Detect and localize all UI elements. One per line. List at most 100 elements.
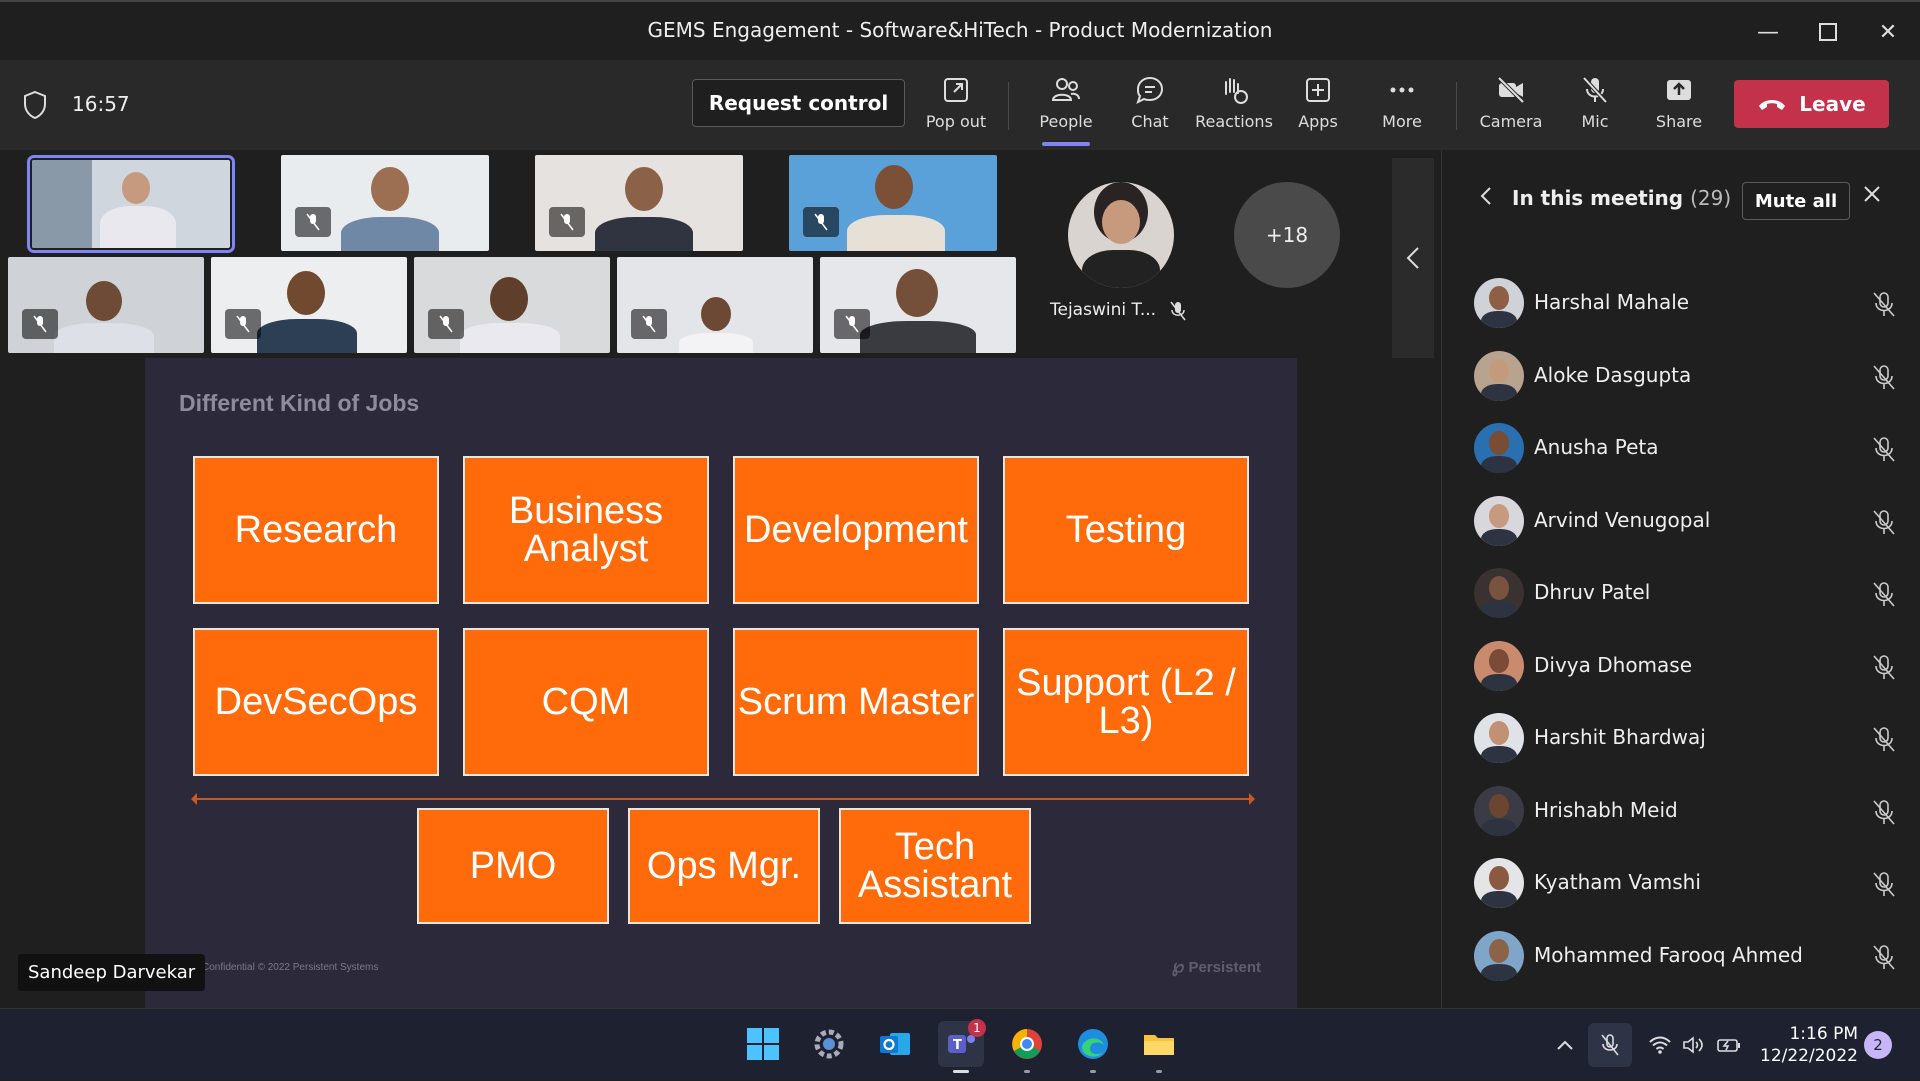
running-indicator [1090, 1070, 1096, 1073]
featured-avatar[interactable] [1068, 182, 1174, 288]
participant-head [896, 269, 938, 317]
video-tile[interactable] [820, 257, 1016, 353]
mic-off-icon[interactable] [1870, 508, 1898, 536]
participant-row[interactable]: Hrishabh Meid [1442, 776, 1920, 848]
share-button[interactable]: Share [1639, 74, 1719, 140]
mic-off-icon [845, 315, 859, 333]
maximize-icon [1819, 23, 1837, 41]
participant-head [875, 165, 913, 209]
notification-badge[interactable]: 2 [1864, 1031, 1892, 1059]
settings-app[interactable] [806, 1021, 852, 1067]
video-tile[interactable] [789, 155, 997, 251]
participant-row[interactable]: Aloke Dasgupta [1442, 341, 1920, 413]
avatar [1474, 423, 1524, 473]
back-button[interactable] [1480, 186, 1492, 212]
participant-row[interactable]: Harshal Mahale [1442, 268, 1920, 340]
svg-text:T: T [953, 1038, 962, 1053]
share-label: Share [1655, 112, 1703, 131]
mic-off-icon[interactable] [1870, 870, 1898, 898]
collapse-gallery-button[interactable] [1392, 158, 1434, 358]
chat-button[interactable]: Chat [1110, 74, 1190, 140]
clock-date: 12/22/2022 [1760, 1046, 1858, 1066]
outlook-app[interactable] [872, 1021, 918, 1067]
mic-button[interactable]: Mic [1555, 74, 1635, 140]
reactions-button[interactable]: Reactions [1194, 74, 1274, 140]
participant-row[interactable]: Mohammed Farooq Ahmed [1442, 921, 1920, 993]
participant-name: Divya Dhomase [1534, 652, 1693, 677]
file-explorer-app[interactable] [1136, 1021, 1182, 1073]
avatar-face [1489, 866, 1509, 890]
maximize-button[interactable] [1808, 12, 1848, 52]
video-tile-presenter[interactable] [27, 155, 235, 253]
mic-off-icon[interactable] [1870, 290, 1898, 318]
running-indicator [953, 1070, 969, 1073]
system-clock[interactable]: 1:16 PM 12/22/2022 [1760, 1023, 1858, 1067]
apps-label: Apps [1298, 112, 1338, 131]
speaker-icon [1683, 1036, 1703, 1054]
camera-button[interactable]: Camera [1471, 74, 1551, 140]
running-indicator [1024, 1070, 1030, 1073]
minimize-button[interactable]: — [1748, 12, 1788, 52]
participant-name: Harshal Mahale [1534, 290, 1690, 314]
chrome-app[interactable] [1004, 1021, 1050, 1073]
avatar-face [1489, 721, 1509, 745]
pop-out-button[interactable]: Pop out [916, 74, 996, 140]
apps-button[interactable]: Apps [1278, 74, 1358, 140]
participant-row[interactable]: Dhruv Patel [1442, 558, 1920, 630]
phone-hangup-icon [1759, 100, 1786, 110]
wifi-status[interactable] [1648, 1009, 1672, 1081]
video-tile[interactable] [535, 155, 743, 251]
avatar-shoulders [1481, 311, 1517, 328]
participant-name: Kyatham Vamshi [1534, 870, 1701, 894]
avatar-face [1489, 431, 1509, 455]
more-button[interactable]: More [1362, 74, 1442, 140]
mic-off-icon[interactable] [1870, 725, 1898, 753]
video-tile[interactable] [414, 257, 610, 353]
shield-icon [24, 90, 46, 120]
volume-status[interactable] [1682, 1009, 1706, 1081]
teams-app[interactable]: T 1 [938, 1019, 986, 1073]
shared-slide: Different Kind of Jobs Research Business… [145, 358, 1297, 1008]
start-button[interactable] [740, 1021, 786, 1067]
battery-status[interactable] [1716, 1009, 1742, 1081]
participant-row[interactable]: Anusha Peta [1442, 413, 1920, 485]
show-hidden-icons-button[interactable] [1556, 1009, 1574, 1081]
mic-off-icon[interactable] [1870, 435, 1898, 463]
participant-row[interactable]: Divya Dhomase [1442, 631, 1920, 703]
mic-tray-button[interactable] [1588, 1023, 1632, 1067]
chat-icon [1136, 76, 1164, 104]
participant-body [100, 206, 176, 248]
participant-head [490, 277, 528, 321]
avatar [1474, 568, 1524, 618]
close-panel-button[interactable] [1862, 182, 1882, 210]
video-tile[interactable] [281, 155, 489, 251]
mic-off-icon[interactable] [1870, 653, 1898, 681]
avatar-shoulders [1481, 891, 1517, 908]
mic-off-icon[interactable] [1870, 798, 1898, 826]
mic-off-icon[interactable] [1870, 580, 1898, 608]
mic-off-badge [834, 309, 870, 339]
overflow-participants[interactable]: +18 [1234, 182, 1340, 288]
apps-icon [1306, 78, 1330, 102]
video-tile[interactable] [8, 257, 204, 353]
avatar-shoulders [1481, 746, 1517, 763]
participant-body [847, 215, 945, 251]
presenter-name-tag: Sandeep Darvekar [18, 954, 206, 991]
participant-row[interactable]: Kyatham Vamshi [1442, 848, 1920, 920]
mic-off-badge [295, 207, 331, 237]
close-window-button[interactable]: ✕ [1868, 12, 1908, 52]
request-control-button[interactable]: Request control [692, 79, 905, 127]
participant-name: Mohammed Farooq Ahmed [1534, 942, 1803, 967]
mic-off-icon[interactable] [1870, 943, 1898, 971]
pop-out-label: Pop out [925, 112, 987, 131]
leave-button[interactable]: Leave [1734, 80, 1889, 128]
mute-all-button[interactable]: Mute all [1742, 182, 1850, 220]
video-tile[interactable] [211, 257, 407, 353]
edge-app[interactable] [1070, 1021, 1116, 1073]
participant-row[interactable]: Harshit Bhardwaj [1442, 703, 1920, 775]
participant-row[interactable]: Arvind Venugopal [1442, 486, 1920, 558]
video-tile[interactable] [617, 257, 813, 353]
people-button[interactable]: People [1026, 74, 1106, 146]
mic-off-icon [306, 213, 320, 231]
mic-off-icon[interactable] [1870, 363, 1898, 391]
